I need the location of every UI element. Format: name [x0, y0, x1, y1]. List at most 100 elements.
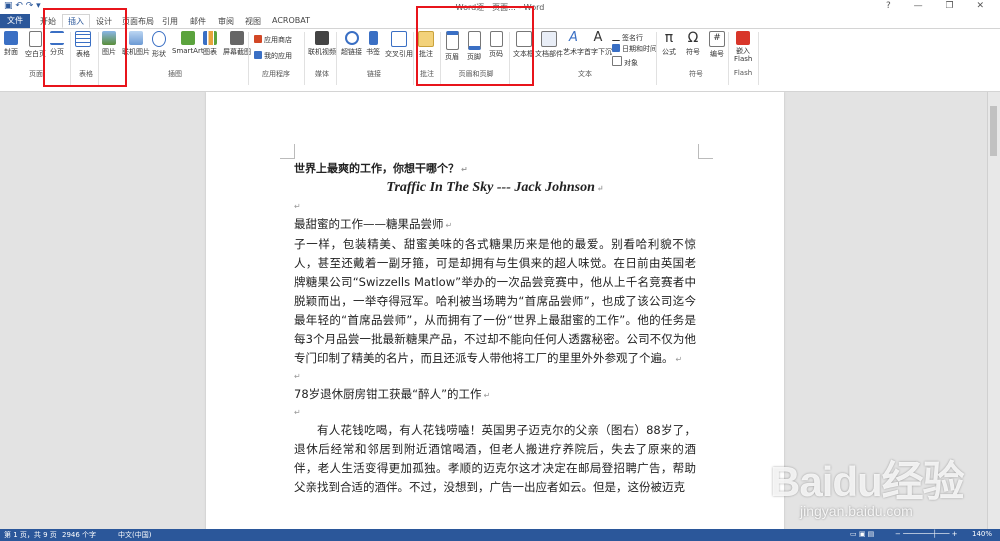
online-video-button[interactable]: 联机视频 — [308, 31, 336, 57]
equation-button[interactable]: π 公式 — [662, 31, 676, 57]
tab-view[interactable]: 视图 — [245, 16, 261, 27]
video-icon — [315, 31, 329, 45]
group-header-footer-label: 页眉和页脚 — [458, 70, 494, 78]
separator — [336, 32, 337, 85]
tab-review[interactable]: 审阅 — [218, 16, 234, 27]
shapes-icon — [152, 31, 166, 47]
separator — [509, 32, 510, 85]
tab-page-layout[interactable]: 页面布局 — [122, 16, 154, 27]
text-box-icon — [515, 31, 532, 47]
ribbon-insert: 封面 空白页 分页 页面 表格 表格 图片 联机图片 形状 SmartArt 图… — [0, 28, 1000, 92]
wordart-button[interactable]: A 艺术字 — [563, 31, 584, 57]
separator — [440, 32, 441, 85]
page-break-icon — [50, 31, 64, 45]
shapes-button[interactable]: 形状 — [152, 31, 166, 59]
quick-parts-button[interactable]: 文档部件 — [535, 31, 563, 59]
separator — [728, 32, 729, 85]
text-box-button[interactable]: 文本框 — [513, 31, 534, 59]
picture-button[interactable]: 图片 — [102, 31, 116, 57]
footer-icon — [467, 31, 481, 50]
view-buttons[interactable]: ▭ ▣ ▤ — [850, 530, 874, 538]
apps-icon — [254, 51, 262, 59]
language[interactable]: 中文(中国) — [118, 530, 151, 540]
comment-button[interactable]: 批注 — [418, 31, 434, 59]
tab-references[interactable]: 引用 — [162, 16, 178, 27]
header-icon — [445, 31, 459, 50]
cover-button[interactable]: 封面 — [4, 31, 18, 57]
group-apps-label: 应用程序 — [262, 70, 290, 78]
ribbon-tabs: 文件 开始 插入 设计 页面布局 引用 邮件 审阅 视图 ACROBAT — [0, 14, 1000, 28]
number-icon: # — [709, 31, 725, 47]
header-button[interactable]: 页眉 — [445, 31, 459, 62]
pi-icon: π — [664, 30, 674, 46]
screenshot-icon — [230, 31, 244, 45]
drop-cap-button[interactable]: A 首字下沉 — [584, 31, 612, 57]
zoom-level[interactable]: 140% — [972, 530, 992, 538]
document-page[interactable]: 世界上最爽的工作，你想干哪个？ ↵ Traffic In The Sky --- … — [206, 92, 784, 529]
margin-corner — [698, 144, 713, 159]
status-bar: 第 1 页，共 9 页 2946 个字 中文(中国) ▭ ▣ ▤ − ─────… — [0, 529, 1000, 541]
cover-page-icon — [4, 31, 18, 45]
number-button[interactable]: # 编号 — [709, 31, 725, 59]
separator — [758, 32, 759, 85]
smartart-icon — [180, 31, 195, 45]
doc-heading: 世界上最爽的工作，你想干哪个？ ↵ — [294, 162, 468, 175]
page-break-button[interactable]: 分页 — [50, 31, 64, 57]
section1-title: 最甜蜜的工作——糖果品尝师 ↵ — [294, 217, 453, 231]
page-number-icon — [489, 31, 503, 47]
hyperlink-button[interactable]: 超链接 — [341, 31, 362, 57]
store-button[interactable]: 应用商店 — [254, 35, 292, 45]
group-symbols-label: 符号 — [689, 70, 703, 78]
tab-design[interactable]: 设计 — [96, 16, 112, 27]
window-controls[interactable]: ? — ❐ ✕ — [886, 1, 994, 11]
cross-reference-button[interactable]: 交叉引用 — [385, 31, 413, 59]
footer-button[interactable]: 页脚 — [467, 31, 481, 62]
comment-icon — [418, 31, 434, 47]
tab-home[interactable]: 开始 — [40, 16, 56, 27]
separator — [248, 32, 249, 85]
bookmark-button[interactable]: 书签 — [366, 31, 380, 57]
separator — [98, 32, 99, 85]
my-apps-button[interactable]: 我的应用 — [254, 51, 292, 61]
section2-body: 有人花钱吃喝，有人花钱唠嗑！英国男子迈克尔的父亲（图右）88岁了，退休后经常和邻… — [294, 423, 696, 494]
screenshot-button[interactable]: 屏幕截图 — [223, 31, 251, 57]
online-picture-icon — [129, 31, 143, 45]
word-count[interactable]: 2946 个字 — [62, 530, 96, 540]
embed-flash-button[interactable]: 嵌入 Flash — [734, 31, 752, 63]
picture-icon — [102, 31, 116, 45]
symbol-button[interactable]: Ω 符号 — [686, 31, 700, 57]
group-comments-label: 批注 — [420, 70, 434, 78]
tab-mailings[interactable]: 邮件 — [190, 16, 206, 27]
smartart-button[interactable]: SmartArt — [172, 31, 204, 55]
watermark-logo: Baidu经验 — [770, 458, 965, 505]
object-icon — [612, 56, 622, 66]
table-button[interactable]: 表格 — [75, 31, 91, 59]
chart-button[interactable]: 图表 — [203, 31, 217, 57]
wordart-icon: A — [569, 30, 578, 45]
object-button[interactable]: 对象 — [612, 56, 638, 68]
blank-page-button[interactable]: 空白页 — [25, 31, 46, 59]
flash-icon — [736, 31, 750, 45]
tab-insert[interactable]: 插入 — [62, 14, 90, 28]
margin-corner — [280, 144, 295, 159]
date-time-button[interactable]: 日期和时间 — [612, 44, 657, 54]
tab-file[interactable]: 文件 — [0, 14, 30, 28]
signature-line-button[interactable]: 签名行 — [612, 32, 643, 43]
quick-parts-icon — [541, 31, 557, 47]
zoom-slider[interactable]: − ───────┼─── + — [895, 530, 958, 538]
cross-reference-icon — [391, 31, 407, 47]
bookmark-icon — [368, 31, 378, 45]
empty-paragraph: ↵ — [294, 372, 301, 381]
scrollbar-thumb[interactable] — [990, 106, 997, 156]
table-icon — [75, 31, 91, 47]
page-count[interactable]: 第 1 页，共 9 页 — [4, 530, 57, 540]
document-body[interactable]: 世界上最爽的工作，你想干哪个？ ↵ Traffic In The Sky --- … — [294, 160, 696, 497]
tab-acrobat[interactable]: ACROBAT — [272, 16, 310, 25]
baidu-jingyan-watermark: Baidu经验 jingyan.baidu.com — [770, 448, 990, 528]
online-pictures-button[interactable]: 联机图片 — [122, 31, 150, 57]
chart-icon — [203, 31, 217, 45]
separator — [304, 32, 305, 85]
page-number-button[interactable]: 页码 — [489, 31, 503, 59]
group-tables-label: 表格 — [79, 70, 93, 78]
separator — [70, 32, 71, 85]
